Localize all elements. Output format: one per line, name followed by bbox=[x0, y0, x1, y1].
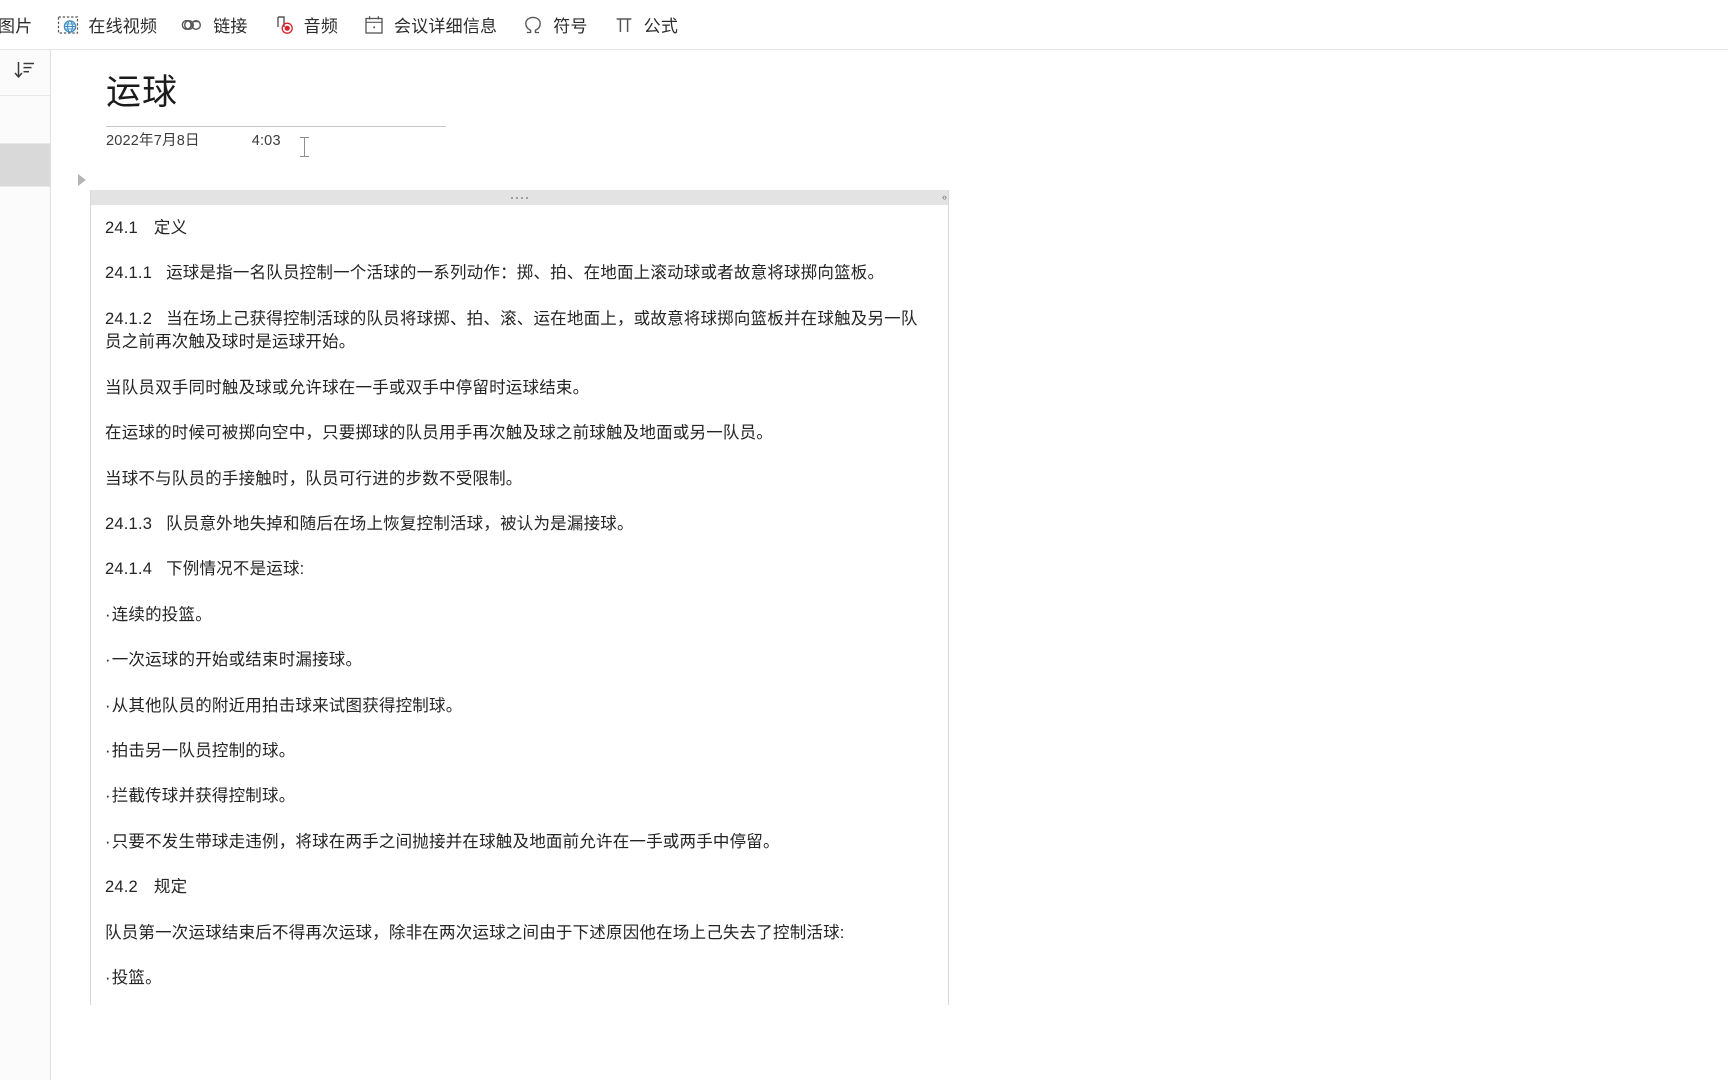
paragraph-text: 当队员双手同时触及球或允许球在一手或双手中停留时运球结束。 bbox=[105, 378, 590, 397]
list-item[interactable]: ·只要不发生带球走违例，将球在两手之间抛接并在球触及地面前允许在一手或两手中停留… bbox=[105, 831, 934, 854]
list-item-text: 从其他队员的附近用拍击球来试图获得控制球。 bbox=[111, 696, 463, 715]
paragraph-dribble-end[interactable]: 当队员双手同时触及球或允许球在一手或双手中停留时运球结束。 bbox=[105, 377, 934, 400]
ribbon-item-audio-label: 音频 bbox=[303, 17, 339, 36]
ribbon-item-equation-label: 公式 bbox=[643, 17, 679, 36]
list-item-text: 拦截传球并获得控制球。 bbox=[111, 787, 296, 806]
content-block-drag-handle[interactable]: ‹› bbox=[91, 190, 948, 205]
content-block: ‹› 24.1 定义 24.1.1 运球是指一名队员控制一个活球的一系列动作：掷、拍… bbox=[90, 190, 949, 1005]
paragraph-24-1-1[interactable]: 24.1.1 运球是指一名队员控制一个活球的一系列动作：掷、拍、在地面上滚动球或者… bbox=[105, 262, 934, 285]
paragraph-text: 运球是指一名队员控制一个活球的一系列动作：掷、拍、在地面上滚动球或者故意将球掷向… bbox=[166, 264, 885, 283]
paragraph-24-1-2[interactable]: 24.1.2 当在场上己获得控制活球的队员将球掷、拍、滚、运在地面上，或故意将球掷… bbox=[105, 308, 934, 355]
paragraph-text: 规定 bbox=[153, 878, 188, 897]
ribbon-item-audio[interactable]: 音频 bbox=[262, 5, 348, 45]
paragraph-text: 队员第一次运球结束后不得再次运球，除非在两次运球之间由于下述原因他在场上己失去了… bbox=[105, 923, 845, 942]
omega-symbol-icon bbox=[521, 13, 545, 37]
paragraph-text: 队员意外地失掉和随后在场上恢复控制活球，被认为是漏接球。 bbox=[166, 514, 634, 533]
ribbon-item-symbol-label: 符号 bbox=[553, 17, 588, 36]
bullet-dot-icon: · bbox=[105, 742, 111, 761]
bullet-dot-icon: · bbox=[105, 969, 111, 988]
content-block-body[interactable]: 24.1 定义 24.1.1 运球是指一名队员控制一个活球的一系列动作：掷、拍、在地… bbox=[91, 205, 948, 1005]
ribbon-item-online-video[interactable]: 在线视频 bbox=[46, 5, 167, 45]
paragraph-number: 24.2 bbox=[105, 878, 138, 897]
content-block-resize-grip[interactable]: ‹› bbox=[942, 190, 947, 205]
paragraph-steps-unlimited[interactable]: 当球不与队员的手接触时，队员可行进的步数不受限制。 bbox=[105, 468, 934, 491]
list-item[interactable]: ·连续的投篮。 bbox=[105, 604, 934, 627]
paragraph-number: 24.1.2 bbox=[105, 309, 153, 328]
title-underline-divider bbox=[106, 126, 446, 127]
ribbon-item-equation[interactable]: 公式 bbox=[602, 5, 688, 45]
list-item-text: 投篮。 bbox=[111, 969, 162, 988]
text-cursor-ibeam bbox=[300, 137, 309, 157]
document-date: 2022年7月8日 bbox=[106, 133, 200, 149]
ribbon-item-meeting-details-label: 会议详细信息 bbox=[394, 17, 498, 36]
ribbon-item-online-video-label: 在线视频 bbox=[88, 17, 158, 36]
document-time: 4:03 bbox=[251, 133, 281, 149]
sidebar-row-blank-upper[interactable] bbox=[0, 96, 50, 144]
bullet-dot-icon: · bbox=[105, 605, 111, 624]
list-item-text: 只要不发生带球走违例，将球在两手之间抛接并在球触及地面前允许在一手或两手中停留。 bbox=[111, 832, 780, 851]
paragraph-24-1-heading[interactable]: 24.1 定义 bbox=[105, 217, 934, 240]
list-item-text: 连续的投篮。 bbox=[111, 605, 212, 624]
list-item[interactable]: ·从其他队员的附近用拍击球来试图获得控制球。 bbox=[105, 695, 934, 718]
paragraph-second-dribble-rule[interactable]: 队员第一次运球结束后不得再次运球，除非在两次运球之间由于下述原因他在场上己失去了… bbox=[105, 922, 934, 945]
paragraph-24-1-4[interactable]: 24.1.4 下例情况不是运球: bbox=[105, 558, 934, 581]
paragraph-air-throw[interactable]: 在运球的时候可被掷向空中，只要掷球的队员用手再次触及球之前球触及地面或另一队员。 bbox=[105, 422, 934, 445]
paragraph-text: 下例情况不是运球: bbox=[166, 560, 305, 579]
list-item[interactable]: ·一次运球的开始或结束时漏接球。 bbox=[105, 649, 934, 672]
paragraph-number: 24.1.1 bbox=[105, 264, 153, 283]
online-video-icon bbox=[56, 13, 80, 37]
ribbon-item-link[interactable]: 链接 bbox=[171, 5, 257, 45]
bullet-dot-icon: · bbox=[105, 696, 111, 715]
paragraph-number: 24.1.4 bbox=[105, 560, 153, 579]
sidebar-row-selected[interactable] bbox=[0, 144, 50, 187]
paragraph-number: 24.1.3 bbox=[105, 514, 153, 533]
document-metadata: 2022年7月8日 4:03 bbox=[106, 129, 281, 150]
list-item[interactable]: ·拦截传球并获得控制球。 bbox=[105, 785, 934, 808]
document-canvas: 运球 2022年7月8日 4:03 ‹› 24.1 定义 24.1.1 运球是指一名… bbox=[51, 50, 1728, 1080]
ribbon-item-picture[interactable]: 图片 bbox=[0, 5, 42, 45]
list-item[interactable]: ·拍击另一队员控制的球。 bbox=[105, 740, 934, 763]
paragraph-text: 当在场上己获得控制活球的队员将球掷、拍、滚、运在地面上，或故意将球掷向篮板并在球… bbox=[105, 309, 918, 352]
ribbon-item-link-label: 链接 bbox=[213, 17, 248, 36]
ribbon-item-picture-label: 图片 bbox=[0, 17, 33, 36]
calendar-icon bbox=[362, 13, 386, 37]
drag-handle-dots-icon bbox=[511, 196, 528, 199]
bullet-dot-icon: · bbox=[105, 787, 111, 806]
paragraph-text: 定义 bbox=[153, 219, 188, 237]
ribbon-item-symbol[interactable]: 符号 bbox=[511, 5, 597, 45]
bullet-dot-icon: · bbox=[105, 832, 111, 851]
paragraph-text: 当球不与队员的手接触时，队员可行进的步数不受限制。 bbox=[105, 469, 523, 488]
page-title[interactable]: 运球 bbox=[106, 68, 486, 124]
collapse-section-arrow-icon[interactable] bbox=[78, 174, 86, 186]
paragraph-number: 24.1 bbox=[105, 219, 138, 237]
paragraph-24-1-3[interactable]: 24.1.3 队员意外地失掉和随后在场上恢复控制活球，被认为是漏接球。 bbox=[105, 513, 934, 536]
bullet-dot-icon: · bbox=[105, 651, 111, 670]
pi-equation-icon bbox=[612, 13, 636, 37]
left-sidebar-rail bbox=[0, 50, 51, 1080]
link-icon bbox=[181, 13, 205, 37]
ribbon-item-meeting-details[interactable]: 会议详细信息 bbox=[352, 5, 507, 45]
paragraph-24-2-heading[interactable]: 24.2 规定 bbox=[105, 876, 934, 899]
sidebar-sort-outline-button[interactable] bbox=[0, 50, 50, 96]
paragraph-text: 在运球的时候可被掷向空中，只要掷球的队员用手再次触及球之前球触及地面或另一队员。 bbox=[105, 424, 773, 443]
list-item[interactable]: ·投篮。 bbox=[105, 967, 934, 990]
list-item-text: 一次运球的开始或结束时漏接球。 bbox=[111, 651, 363, 670]
sort-outline-icon bbox=[12, 57, 38, 88]
app-root: 图片 在线视频 链接 音频 会议详细信息 符号 公式 运球 2022年7月8日 … bbox=[0, 0, 1728, 1080]
sidebar-row-blank-lower[interactable] bbox=[0, 187, 50, 1080]
insert-ribbon-toolbar: 图片 在线视频 链接 音频 会议详细信息 符号 公式 bbox=[0, 0, 1728, 50]
list-item-text: 拍击另一队员控制的球。 bbox=[111, 742, 296, 761]
audio-icon bbox=[272, 13, 296, 37]
document-title-area: 运球 bbox=[106, 68, 486, 127]
